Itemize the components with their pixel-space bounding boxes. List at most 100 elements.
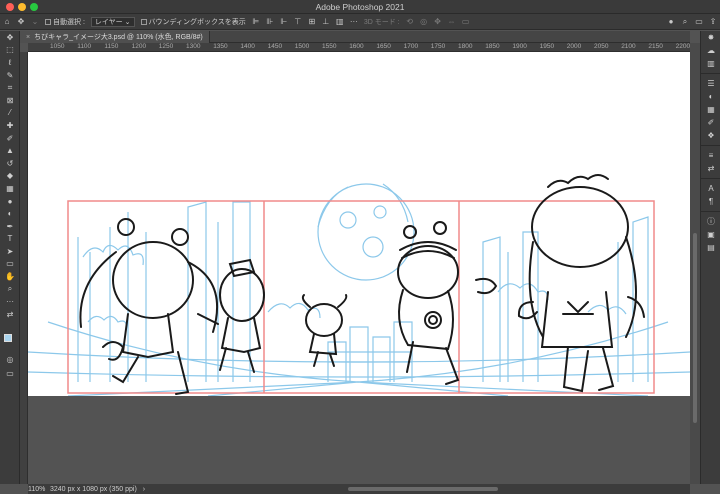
ruler-tick-label: 1850	[485, 43, 500, 50]
auto-select-target-dropdown[interactable]: レイヤー ⌄	[88, 14, 138, 30]
brush-icon[interactable]: ✐	[0, 132, 20, 145]
vertical-scrollbar[interactable]	[690, 43, 700, 484]
paragraph-icon[interactable]: ¶	[701, 195, 720, 208]
slide-3d-icon[interactable]: ⇔	[445, 14, 459, 30]
learn-icon[interactable]: ✸	[701, 31, 720, 44]
color-icon[interactable]: ◐	[701, 90, 720, 103]
swatches-icon[interactable]: ▦	[701, 103, 720, 116]
vertical-ruler[interactable]	[20, 52, 28, 484]
ruler-tick-label: 1950	[539, 43, 555, 50]
zoom-level[interactable]: 110%	[0, 486, 50, 493]
horizontal-scroll-thumb[interactable]	[348, 487, 498, 491]
status-arrow-icon[interactable]: ›	[143, 486, 145, 493]
info-icon[interactable]: ⓘ	[701, 215, 720, 228]
search-icon[interactable]: ⌕	[678, 14, 692, 30]
home-icon[interactable]: ⌂	[0, 14, 14, 30]
background-sketch	[28, 183, 690, 396]
marquee-icon[interactable]: ⬚	[0, 44, 20, 57]
align-bottom-icon[interactable]: ⊥	[319, 14, 333, 30]
layers-icon[interactable]: ❖	[701, 129, 720, 142]
align-top-icon[interactable]: ⊤	[291, 14, 305, 30]
ruler-tick-label: 2150	[648, 43, 663, 50]
scale-3d-icon[interactable]: ▭	[459, 14, 473, 30]
chevron-down-icon[interactable]: ⌄	[28, 14, 42, 30]
auto-select-checkbox[interactable]	[45, 18, 51, 25]
more-options-icon[interactable]: ···	[347, 14, 361, 30]
frame-icon[interactable]: ⊠	[0, 94, 20, 107]
gradient-icon[interactable]: ▦	[0, 182, 20, 195]
brushes-icon[interactable]: ✐	[701, 116, 720, 129]
type-icon[interactable]: T	[0, 233, 20, 246]
ruler-tick-label: 1100	[77, 43, 92, 50]
eraser-icon[interactable]: ◆	[0, 170, 20, 183]
history-brush-icon[interactable]: ↺	[0, 157, 20, 170]
quick-mask-icon[interactable]: ◎	[0, 353, 20, 366]
move-icon[interactable]: ✥	[0, 31, 20, 44]
bounding-box-option[interactable]: バウンディングボックスを表示	[138, 14, 249, 30]
blur-icon[interactable]: ●	[0, 195, 20, 208]
healing-icon[interactable]: ✚	[0, 119, 20, 132]
panel-separator	[701, 70, 720, 74]
ruler-tick-label: 1150	[104, 43, 119, 50]
path-select-icon[interactable]: ➤	[0, 245, 20, 258]
orbit-3d-icon[interactable]: ⟲	[403, 14, 417, 30]
adjust-icon[interactable]: ☁	[701, 44, 720, 57]
move-tool-preset-icon[interactable]: ✥	[14, 14, 28, 30]
align-right-icon[interactable]: ⊩	[277, 14, 291, 30]
workspace-icon[interactable]: ▭	[692, 14, 706, 30]
ruler-tick-label: 1700	[403, 43, 419, 50]
roll-3d-icon[interactable]: ◎	[417, 14, 431, 30]
libraries-icon[interactable]: ▥	[701, 57, 720, 70]
ruler-tick-label: 1450	[267, 43, 283, 50]
ruler-tick-label: 2000	[566, 43, 582, 50]
auto-select-option[interactable]: 自動選択 :	[42, 14, 88, 30]
zoom-icon[interactable]: ⌕	[0, 283, 20, 296]
align-left-icon[interactable]: ⊫	[249, 14, 263, 30]
user-icon[interactable]: ●	[664, 14, 678, 30]
window-title: Adobe Photoshop 2021	[315, 2, 405, 12]
align-middle-icon[interactable]: ⊞	[305, 14, 319, 30]
ruler-tick-label: 1400	[240, 43, 255, 50]
character-icon[interactable]: A	[701, 182, 720, 195]
shape-icon[interactable]: ▭	[0, 258, 20, 271]
foreground-color-swatch[interactable]	[4, 334, 12, 342]
pan-3d-icon[interactable]: ✥	[431, 14, 445, 30]
align-center-icon[interactable]: ⊪	[263, 14, 277, 30]
channels-icon[interactable]: ≡	[701, 149, 720, 162]
ruler-tick-label: 1600	[349, 43, 364, 50]
hand-icon[interactable]: ✋	[0, 270, 20, 283]
dodge-icon[interactable]: ◐	[0, 207, 20, 220]
panel-separator	[701, 142, 720, 146]
crop-icon[interactable]: ⌗	[0, 81, 20, 94]
eyedropper-icon[interactable]: ⁄	[0, 107, 20, 120]
auto-select-label: 自動選択 :	[53, 18, 85, 26]
properties-icon[interactable]: ☰	[701, 77, 720, 90]
document-canvas[interactable]	[28, 52, 690, 396]
bounding-box-checkbox[interactable]	[140, 18, 147, 25]
document-tab[interactable]: × ちびキャラ_イメージ大3.psd @ 110% (水色, RGB/8#)	[20, 31, 210, 43]
ruler-tick-label: 1750	[430, 43, 446, 50]
status-bar: 110% 3240 px x 1080 px (350 ppi) ›	[0, 484, 200, 494]
options-bar: ⌂ ✥ ⌄ 自動選択 : レイヤー ⌄ バウンディングボックスを表示 ⊫ ⊪ ⊩…	[0, 14, 720, 30]
edit-toolbar-icon[interactable]: ⇄	[0, 308, 20, 321]
lasso-icon[interactable]: ℓ	[0, 56, 20, 69]
histogram-icon[interactable]: ▤	[701, 241, 720, 254]
stamp-icon[interactable]: ▲	[0, 144, 20, 157]
distribute-icon[interactable]: ▥	[333, 14, 347, 30]
ruler-tick-label: 1300	[186, 43, 201, 50]
paths-icon[interactable]: ⇄	[701, 162, 720, 175]
navigator-icon[interactable]: ▣	[701, 228, 720, 241]
close-tab-icon[interactable]: ×	[26, 34, 30, 41]
bounding-box-label: バウンディングボックスを表示	[148, 18, 246, 26]
more-icon[interactable]: ···	[0, 295, 20, 308]
quick-select-icon[interactable]: ✎	[0, 69, 20, 82]
ruler-tick-label: 1250	[158, 43, 174, 50]
screen-mode-icon[interactable]: ▭	[0, 367, 20, 380]
ruler-tick-label: 1650	[376, 43, 391, 50]
tools-panel: ✥ ⬚ ℓ ✎ ⌗ ⊠ ⁄ ✚ ✐ ▲ ↺ ◆ ▦ ● ◐ ✒ T ➤ ▭ ✋ …	[0, 31, 20, 484]
vertical-scroll-thumb[interactable]	[693, 233, 697, 423]
share-icon[interactable]: ⇪	[706, 14, 720, 30]
document-tab-bar: × ちびキャラ_イメージ大3.psd @ 110% (水色, RGB/8#)	[20, 31, 690, 43]
horizontal-ruler[interactable]: 1050 1100 1150 1200 1250 1300 1350 1400 1450 1500…	[28, 43, 690, 52]
pen-icon[interactable]: ✒	[0, 220, 20, 233]
